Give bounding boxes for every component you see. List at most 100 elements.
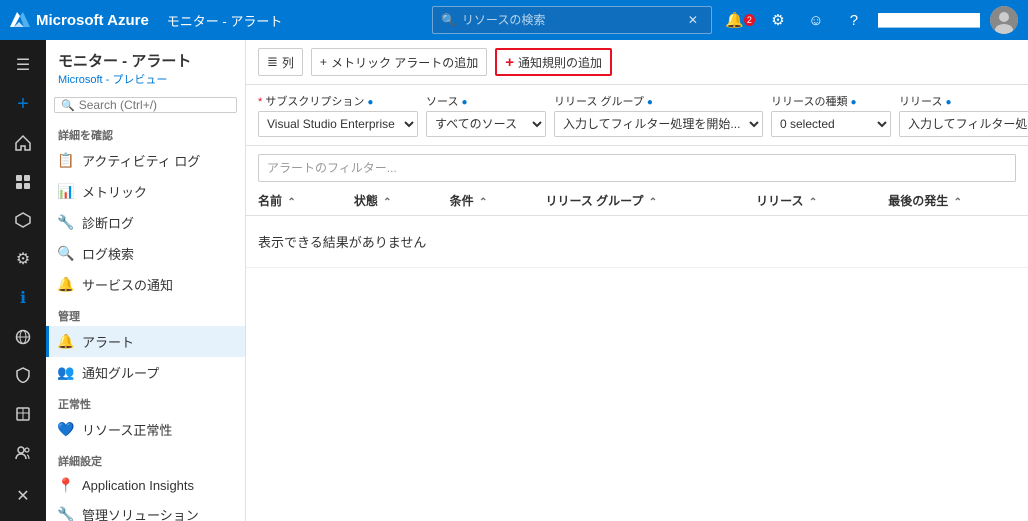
sidebar-item-diagnostics[interactable]: 🔧 診断ログ [46,207,245,238]
avatar[interactable] [990,6,1018,34]
col-release[interactable]: リリース ⌃ [744,186,876,216]
sidebar-item-resource-health[interactable]: 💙 リソース正常性 [46,414,245,445]
sidebar-section-management: 管理 [46,300,245,326]
release-group-filter: リリース グループ ● 入力してフィルター処理を開始... [554,93,763,137]
resources-icon[interactable] [5,203,41,238]
alert-search-box[interactable] [258,154,1016,182]
release-filter: リリース ● 入力してフィルター処理を開始... [899,93,1028,137]
feedback-icon[interactable]: ☺ [802,6,830,34]
sidebar-item-alerts[interactable]: 🔔 アラート [46,326,245,357]
close-icon[interactable]: ✕ [5,478,41,513]
metrics-icon: 📊 [58,184,74,200]
log-search-icon: 🔍 [58,246,74,262]
col-name[interactable]: 名前 ⌃ [246,186,342,216]
home-icon[interactable] [5,126,41,161]
sidebar-search-input[interactable] [79,98,230,112]
sidebar-item-label: 通知グループ [82,363,159,382]
subscription-select[interactable]: Visual Studio Enterprise [258,111,418,137]
release-type-filter: リリースの種類 ● 0 selected [771,93,891,137]
hamburger-menu-button[interactable]: ☰ [5,48,41,83]
security-icon[interactable] [5,358,41,393]
sidebar-item-application-insights[interactable]: 📍 Application Insights [46,471,245,499]
sidebar-header: モニター - アラート Microsoft - プレビュー [46,40,245,91]
source-label: ソース ● [426,93,546,109]
sidebar-section-advanced: 詳細設定 [46,445,245,471]
box-icon[interactable] [5,397,41,432]
table-body: 表示できる結果がありません [246,216,1028,268]
release-type-info-icon: ● [851,97,857,108]
source-select[interactable]: すべてのソース [426,111,546,137]
no-results-text: 表示できる結果がありません [246,216,1028,268]
release-info-icon: ● [946,97,952,108]
add-alert-rule-button[interactable]: + 通知規則の追加 [495,48,612,76]
col-status[interactable]: 状態 ⌃ [342,186,438,216]
sidebar-subtitle[interactable]: Microsoft - プレビュー [58,74,167,86]
service-notification-icon: 🔔 [58,277,74,293]
source-filter: ソース ● すべてのソース [426,93,546,137]
sidebar-item-metrics[interactable]: 📊 メトリック [46,176,245,207]
topbar: Microsoft Azure モニター - アラート 🔍 ✕ 🔔2 ⚙ ☺ ?… [0,0,1028,40]
alerts-table-container: 名前 ⌃ 状態 ⌃ 条件 ⌃ リリース グループ ⌃ リリース ⌃ [246,186,1028,521]
release-group-info-icon: ● [647,97,653,108]
release-group-label: リリース グループ ● [554,93,763,109]
add-metric-alert-button[interactable]: + メトリック アラートの追加 [311,48,487,76]
topbar-right: 🔍 ✕ 🔔2 ⚙ ☺ ? ████████████ [432,6,1018,34]
sidebar-item-label: アクティビティ ログ [82,151,200,170]
release-select[interactable]: 入力してフィルター処理を開始... [899,111,1028,137]
sort-icon: ⌃ [383,197,391,208]
info-icon[interactable]: ℹ [5,281,41,316]
release-group-select[interactable]: 入力してフィルター処理を開始... [554,111,763,137]
alerts-icon: 🔔 [58,334,74,350]
user-name[interactable]: ████████████ [878,13,980,27]
content-toolbar: ≣ 列 + メトリック アラートの追加 + 通知規則の追加 [246,40,1028,85]
dashboard-icon[interactable] [5,164,41,199]
sidebar-item-label: リソース正常性 [82,420,172,439]
sidebar-item-label: サービスの通知 [82,275,173,294]
application-insights-icon: 📍 [58,477,74,493]
sidebar-item-log-search[interactable]: 🔍 ログ検索 [46,238,245,269]
sidebar-search-box[interactable]: 🔍 [54,97,237,113]
subscription-label: * サブスクリプション ● [258,93,418,109]
new-resource-button[interactable]: + [5,87,41,122]
notification-icon[interactable]: 🔔2 [726,6,754,34]
release-type-select[interactable]: 0 selected [771,111,891,137]
col-release-group[interactable]: リリース グループ ⌃ [533,186,744,216]
sidebar-item-activity-log[interactable]: 📋 アクティビティ ログ [46,145,245,176]
globe-icon[interactable] [5,319,41,354]
global-search[interactable]: 🔍 ✕ [432,6,712,34]
sidebar-section-health: 正常性 [46,388,245,414]
subscription-info-icon: ● [367,97,373,108]
topbar-action-icons: 🔔2 ⚙ ☺ ? ████████████ [726,6,1018,34]
activity-log-icon: 📋 [58,153,74,169]
sort-icon: ⌃ [479,197,487,208]
col-last-occurrence[interactable]: 最後の発生 ⌃ [876,186,1028,216]
columns-button[interactable]: ≣ 列 [258,48,303,76]
content-area: ≣ 列 + メトリック アラートの追加 + 通知規則の追加 * サブスクリプショ… [246,40,1028,521]
sidebar-item-service-notification[interactable]: 🔔 サービスの通知 [46,269,245,300]
sort-icon: ⌃ [649,197,657,208]
search-icon: 🔍 [441,13,456,27]
clear-search-icon[interactable]: ✕ [688,13,698,27]
sidebar-item-label: 管理ソリューション [82,505,199,521]
sort-icon: ⌃ [287,197,295,208]
sidebar-title: モニター - アラート [58,50,233,71]
alert-search-input[interactable] [267,161,1007,175]
global-search-input[interactable] [462,13,682,27]
sidebar-item-label: 診断ログ [82,213,134,232]
columns-icon: ≣ [267,54,278,70]
sidebar-item-management-solutions[interactable]: 🔧 管理ソリューション [46,499,245,521]
settings-icon[interactable]: ⚙ [764,6,792,34]
sort-icon: ⌃ [809,197,817,208]
sort-icon: ⌃ [954,197,962,208]
filters-row: * サブスクリプション ● Visual Studio Enterprise ソ… [246,85,1028,146]
subscription-filter: * サブスクリプション ● Visual Studio Enterprise [258,93,418,137]
col-condition[interactable]: 条件 ⌃ [438,186,534,216]
release-label: リリース ● [899,93,1028,109]
management-solutions-icon: 🔧 [58,507,74,521]
sidebar-search-icon: 🔍 [61,99,75,112]
help-icon[interactable]: ? [840,6,868,34]
users-icon[interactable] [5,436,41,471]
sidebar-item-notification-groups[interactable]: 👥 通知グループ [46,357,245,388]
gear-icon[interactable]: ⚙ [5,242,41,277]
sidebar-item-label: ログ検索 [82,244,134,263]
